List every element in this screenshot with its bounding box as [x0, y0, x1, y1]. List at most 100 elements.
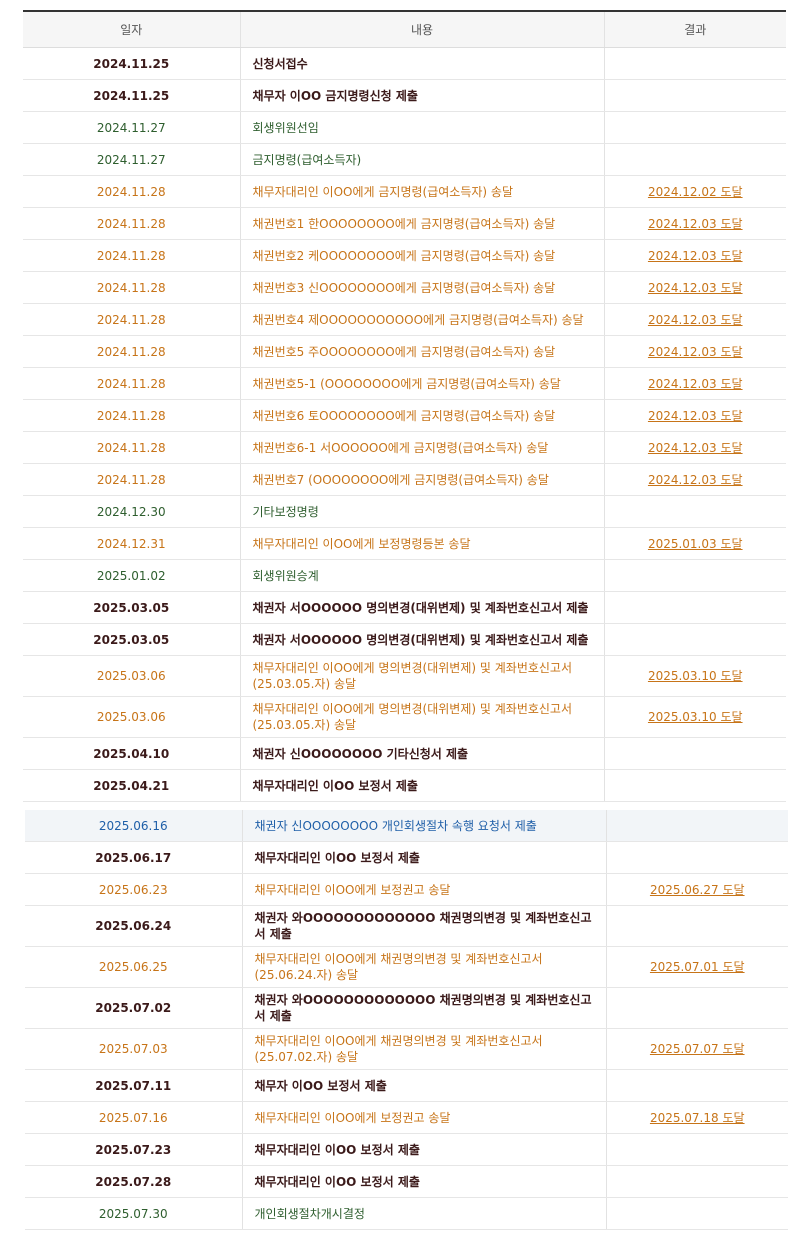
row-result-cell — [605, 841, 788, 874]
delivery-result-link[interactable]: 2024.12.03 도달 — [648, 345, 743, 359]
table-row: 2025.03.06 채무자대리인 이OO에게 명의변경(대위변제) 및 계좌번호… — [23, 696, 786, 738]
row-date: 2024.11.28 — [23, 271, 240, 304]
row-content: 채무자대리인 이OO 보정서 제출 — [241, 841, 606, 874]
row-result-cell: 2024.12.03 도달 — [603, 431, 786, 464]
row-date: 2025.03.05 — [23, 591, 240, 624]
table-row: 2024.11.28 채무자대리인 이OO에게 금지명령(급여소득자) 송달 202… — [23, 175, 786, 208]
table-row: 2025.06.17 채무자대리인 이OO 보정서 제출 — [25, 841, 788, 874]
table-row: 2024.11.28 채권번호7 (OOOOOOOO에게 금지명령(급여소득자) … — [23, 463, 786, 496]
row-date: 2025.06.17 — [25, 841, 242, 874]
row-content: 채무자대리인 이OO에게 금지명령(급여소득자) 송달 — [239, 175, 604, 208]
table-row: 2025.07.03 채무자대리인 이OO에게 채권명의변경 및 계좌번호신고서(… — [25, 1028, 788, 1070]
delivery-result-link[interactable]: 2025.03.10 도달 — [648, 710, 743, 724]
table-row: 2025.07.28 채무자대리인 이OO 보정서 제출 — [25, 1165, 788, 1198]
row-date: 2025.07.03 — [25, 1028, 242, 1070]
row-content: 채무자대리인 이OO에게 보정명령등본 송달 — [239, 527, 604, 560]
delivery-result-link[interactable]: 2024.12.03 도달 — [648, 473, 743, 487]
row-result-cell — [603, 737, 786, 770]
row-content: 개인회생절차개시결정 — [241, 1197, 606, 1230]
table-row: 2025.04.10 채권자 신OOOOOOOO 기타신청서 제출 — [23, 737, 786, 770]
row-result-cell: 2024.12.03 도달 — [603, 463, 786, 496]
row-result-cell — [605, 1165, 788, 1198]
table-row: 2024.11.28 채권번호1 한OOOOOOOO에게 금지명령(급여소득자) … — [23, 207, 786, 240]
row-result-cell — [603, 111, 786, 144]
delivery-result-link[interactable]: 2025.07.01 도달 — [650, 960, 745, 974]
row-date: 2024.11.28 — [23, 207, 240, 240]
row-content: 채권번호1 한OOOOOOOO에게 금지명령(급여소득자) 송달 — [239, 207, 604, 240]
row-result-cell: 2024.12.03 도달 — [603, 207, 786, 240]
row-date: 2024.11.28 — [23, 303, 240, 336]
row-date: 2024.11.27 — [23, 143, 240, 176]
row-result-cell: 2024.12.02 도달 — [603, 175, 786, 208]
table-row: 2025.03.05 채권자 서OOOOOO 명의변경(대위변제) 및 계좌번호신… — [23, 623, 786, 656]
row-date: 2024.11.28 — [23, 431, 240, 464]
table-row: 2024.11.28 채권번호2 케OOOOOOOO에게 금지명령(급여소득자) … — [23, 239, 786, 272]
delivery-result-link[interactable]: 2024.12.03 도달 — [648, 281, 743, 295]
table-row: 2024.11.28 채권번호4 제OOOOOOOOOOO에게 금지명령(급여소득… — [23, 303, 786, 336]
row-result-cell — [605, 1133, 788, 1166]
row-date: 2025.07.23 — [25, 1133, 242, 1166]
table-row: 2025.01.02 회생위원승계 — [23, 559, 786, 592]
table-row: 2024.11.27 회생위원선임 — [23, 111, 786, 144]
row-date: 2024.12.31 — [23, 527, 240, 560]
delivery-result-link[interactable]: 2024.12.03 도달 — [648, 249, 743, 263]
table-row: 2025.06.23 채무자대리인 이OO에게 보정권고 송달 2025.06.27… — [25, 873, 788, 906]
row-content: 채무자대리인 이OO 보정서 제출 — [241, 1165, 606, 1198]
table-row: 2025.07.23 채무자대리인 이OO 보정서 제출 — [25, 1133, 788, 1166]
case-history-table: 일자 내용 결과 2024.11.25 신청서접수 2024.11.25 채무자 이O… — [23, 10, 786, 802]
row-result-cell: 2025.03.10 도달 — [603, 655, 786, 697]
row-content: 채무자대리인 이OO 보정서 제출 — [241, 1133, 606, 1166]
row-content: 채권번호2 케OOOOOOOO에게 금지명령(급여소득자) 송달 — [239, 239, 604, 272]
delivery-result-link[interactable]: 2025.01.03 도달 — [648, 537, 743, 551]
row-date: 2024.11.28 — [23, 399, 240, 432]
table-row: 2024.12.31 채무자대리인 이OO에게 보정명령등본 송달 2025.01.… — [23, 527, 786, 560]
table-row: 2024.12.30 기타보정명령 — [23, 495, 786, 528]
row-content: 기타보정명령 — [239, 495, 604, 528]
delivery-result-link[interactable]: 2025.03.10 도달 — [648, 669, 743, 683]
row-date: 2024.11.27 — [23, 111, 240, 144]
row-content: 채무자대리인 이OO에게 채권명의변경 및 계좌번호신고서(25.06.24.자… — [241, 946, 606, 988]
row-result-cell: 2024.12.03 도달 — [603, 271, 786, 304]
row-content: 채권번호3 신OOOOOOOO에게 금지명령(급여소득자) 송달 — [239, 271, 604, 304]
delivery-result-link[interactable]: 2025.07.18 도달 — [650, 1111, 745, 1125]
row-result-cell — [605, 987, 788, 1029]
row-content: 채권자 와OOOOOOOOOOOOO 채권명의변경 및 계좌번호신고서 제출 — [241, 905, 606, 947]
row-date: 2024.11.28 — [23, 463, 240, 496]
delivery-result-link[interactable]: 2024.12.03 도달 — [648, 313, 743, 327]
row-result-cell — [603, 769, 786, 802]
delivery-result-link[interactable]: 2024.12.03 도달 — [648, 409, 743, 423]
row-date: 2025.07.11 — [25, 1069, 242, 1102]
row-result-cell: 2025.07.07 도달 — [605, 1028, 788, 1070]
column-header-content: 내용 — [239, 10, 604, 48]
row-content: 채권번호6 토OOOOOOOO에게 금지명령(급여소득자) 송달 — [239, 399, 604, 432]
row-result-cell — [603, 143, 786, 176]
row-result-cell — [603, 79, 786, 112]
case-history-table-continued: 2025.06.16 채권자 신OOOOOOOO 개인회생절차 속행 요청서 제출… — [25, 810, 788, 1230]
row-date: 2025.04.21 — [23, 769, 240, 802]
row-result-cell — [605, 905, 788, 947]
row-date: 2024.11.28 — [23, 239, 240, 272]
table-row: 2024.11.25 채무자 이OO 금지명령신청 제출 — [23, 79, 786, 112]
table-row: 2024.11.28 채권번호5-1 (OOOOOOOO에게 금지명령(급여소득자… — [23, 367, 786, 400]
row-date: 2024.12.30 — [23, 495, 240, 528]
row-content: 채무자 이OO 금지명령신청 제출 — [239, 79, 604, 112]
row-date: 2025.06.25 — [25, 946, 242, 988]
delivery-result-link[interactable]: 2025.06.27 도달 — [650, 883, 745, 897]
delivery-result-link[interactable]: 2025.07.07 도달 — [650, 1042, 745, 1056]
delivery-result-link[interactable]: 2024.12.03 도달 — [648, 441, 743, 455]
delivery-result-link[interactable]: 2024.12.03 도달 — [648, 377, 743, 391]
row-result-cell — [603, 623, 786, 656]
row-result-cell: 2025.03.10 도달 — [603, 696, 786, 738]
delivery-result-link[interactable]: 2024.12.03 도달 — [648, 217, 743, 231]
table-row: 2025.07.11 채무자 이OO 보정서 제출 — [25, 1069, 788, 1102]
row-content: 채권번호5-1 (OOOOOOOO에게 금지명령(급여소득자) 송달 — [239, 367, 604, 400]
table-row: 2024.11.27 금지명령(급여소득자) — [23, 143, 786, 176]
row-date: 2025.07.30 — [25, 1197, 242, 1230]
delivery-result-link[interactable]: 2024.12.02 도달 — [648, 185, 743, 199]
row-date: 2025.06.24 — [25, 905, 242, 947]
row-content: 채권번호4 제OOOOOOOOOOO에게 금지명령(급여소득자) 송달 — [239, 303, 604, 336]
table-row: 2024.11.28 채권번호6-1 서OOOOOO에게 금지명령(급여소득자) … — [23, 431, 786, 464]
table-row: 2025.03.05 채권자 서OOOOOO 명의변경(대위변제) 및 계좌번호신… — [23, 591, 786, 624]
row-content: 채권자 신OOOOOOOO 개인회생절차 속행 요청서 제출 — [241, 810, 606, 842]
row-result-cell — [605, 1069, 788, 1102]
